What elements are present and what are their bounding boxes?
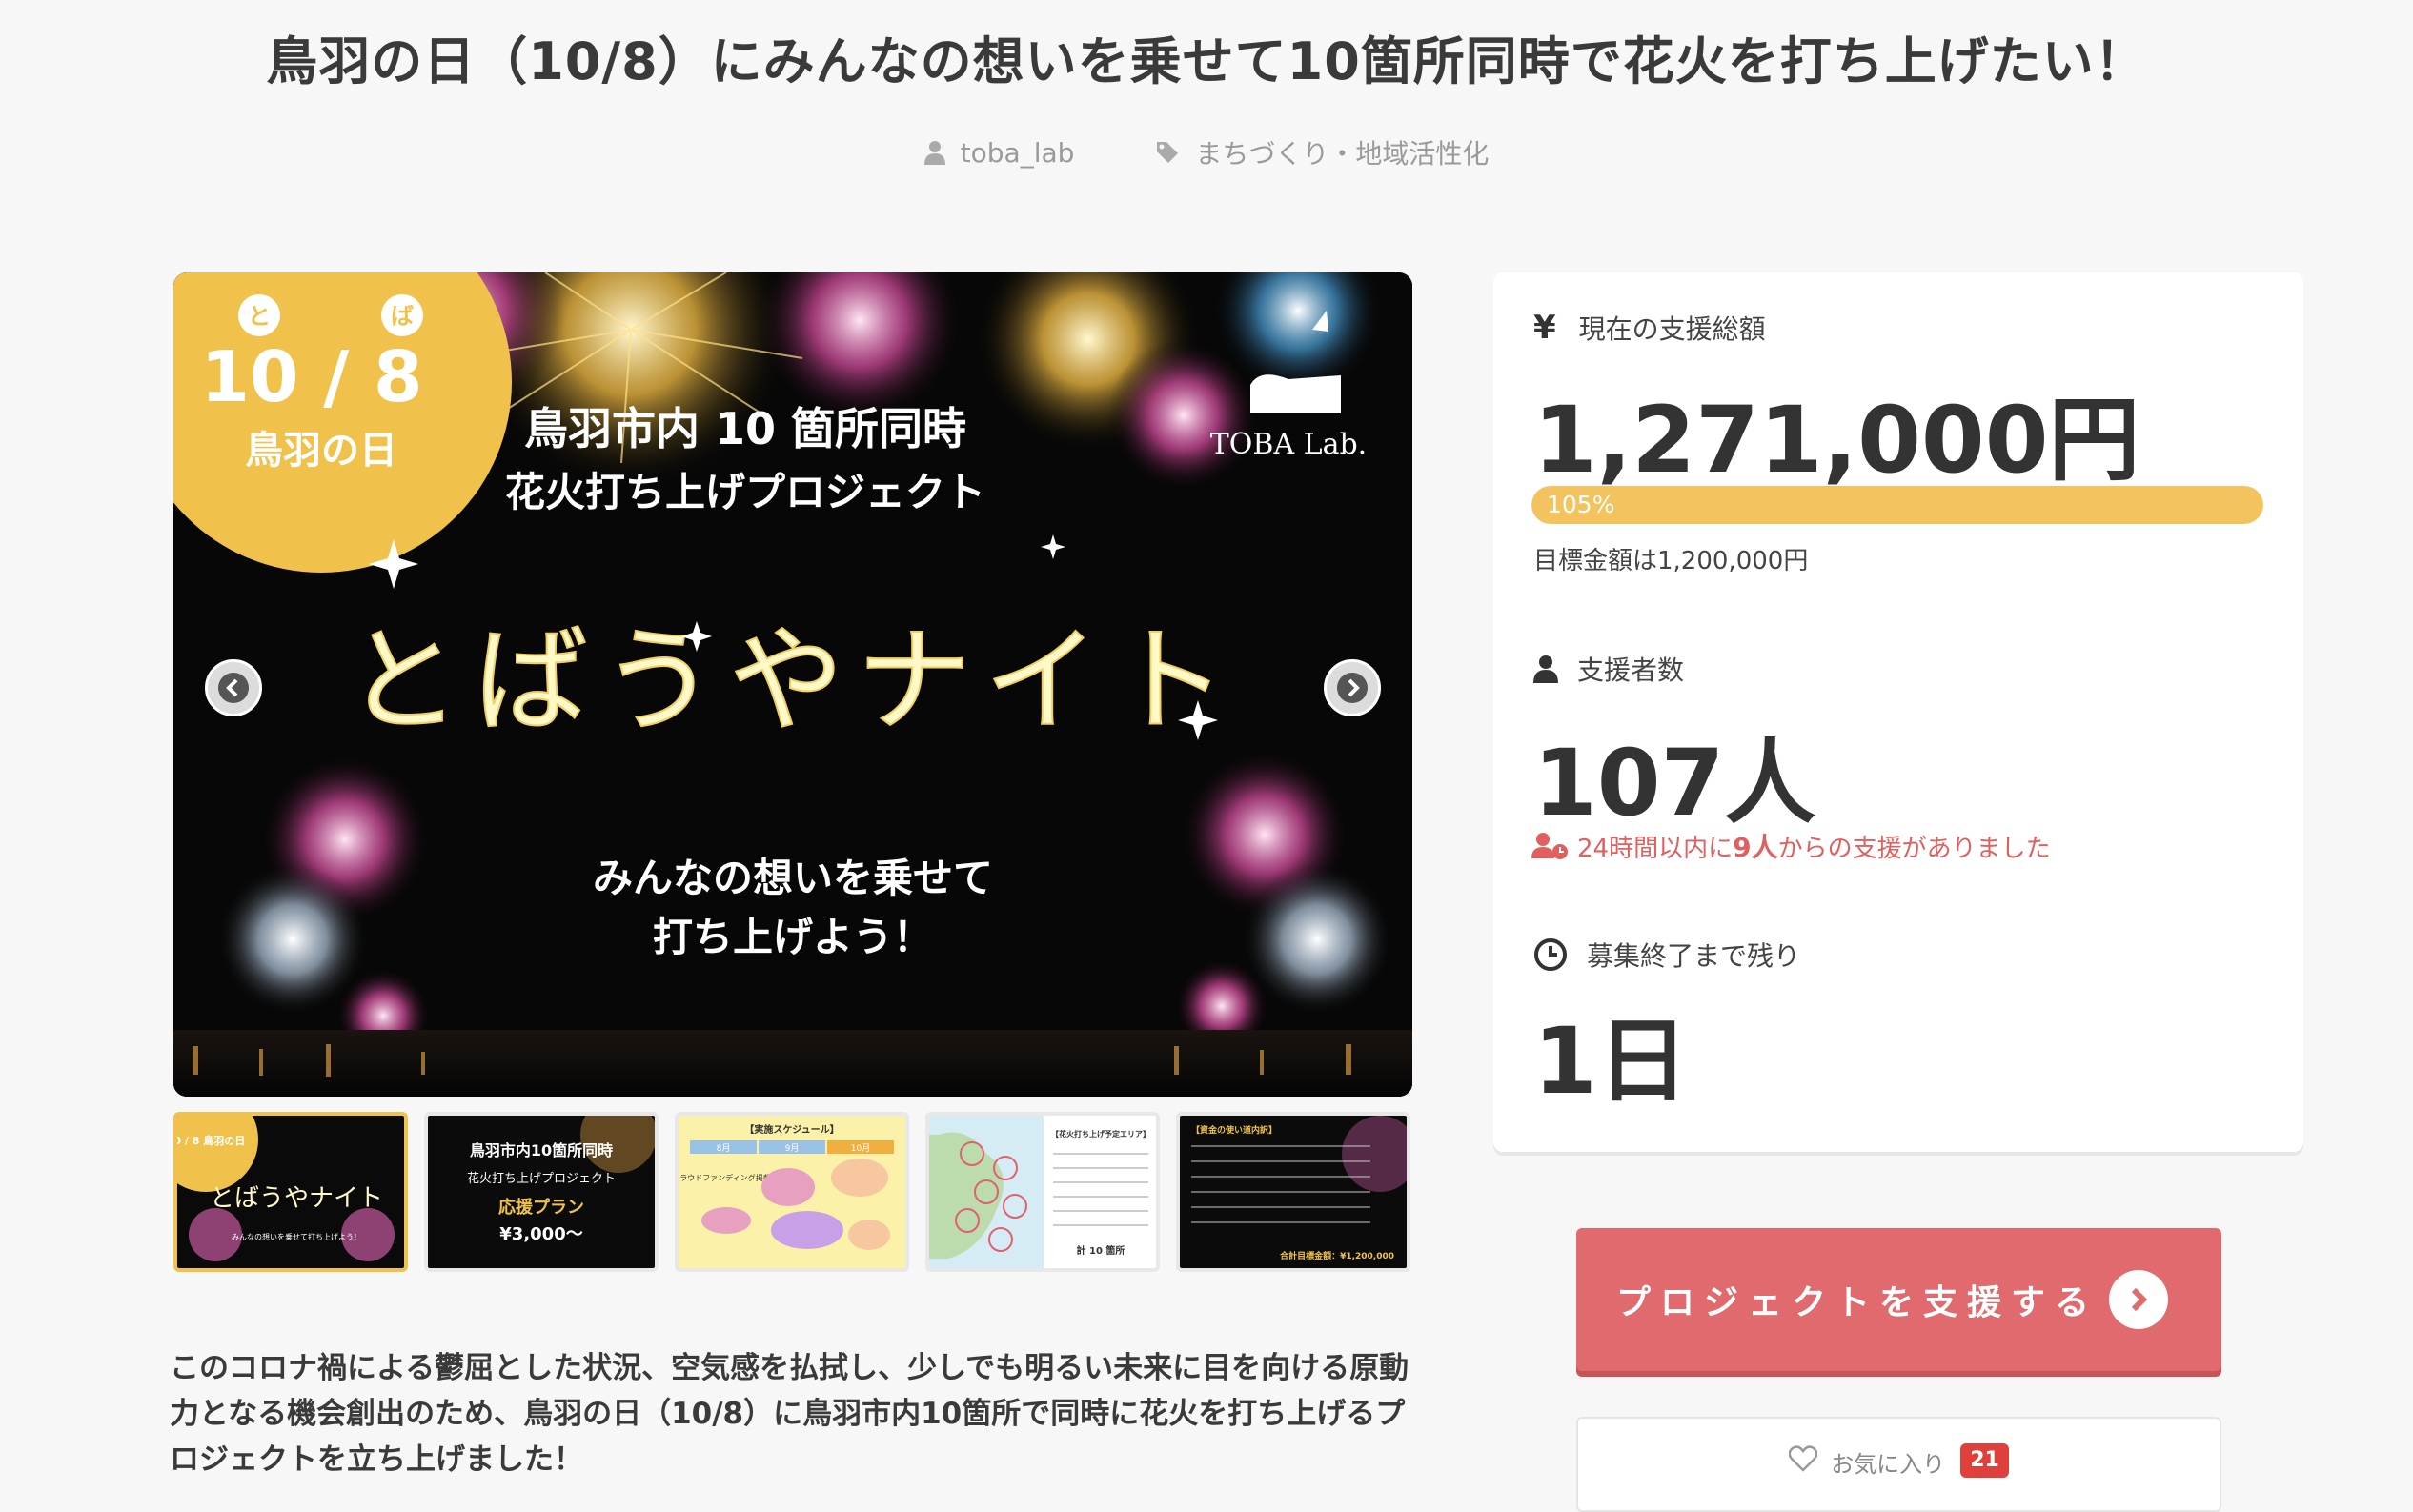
recent-count: 9人 <box>1733 832 1778 863</box>
thumbnail-2[interactable]: 鳥羽市内10箇所同時 花火打ち上げプロジェクト 応援プラン ¥3,000〜 <box>424 1112 659 1272</box>
thumbnail-5-image: 【資金の使い道内訳】 合計目標金額：¥1,200,000 <box>1180 1116 1407 1268</box>
hero-carousel[interactable]: と ば 10 / 8 鳥羽の日 TOBA Lab. 鳥羽市内 10 箇所同時 花… <box>173 272 1412 1097</box>
favorite-label: お気に入り <box>1831 1451 1946 1478</box>
backers-count: 107人 <box>1533 730 1816 837</box>
svg-text:計 10 箇所: 計 10 箇所 <box>1077 1244 1125 1257</box>
svg-text:合計目標金額：¥1,200,000: 合計目標金額：¥1,200,000 <box>1280 1250 1394 1261</box>
thumbnail-1-image: 10 / 8 鳥羽の日 とばうやナイト みんなの想いを乗せて打ち上げよう！ <box>177 1116 404 1268</box>
svg-text:鳥羽市内10箇所同時: 鳥羽市内10箇所同時 <box>470 1141 613 1159</box>
stats-panel: ¥ 現在の支援総額 1,271,000円 105% 目標金額は1,200,000… <box>1493 272 2303 1152</box>
total-label-row: ¥ 現在の支援総額 <box>1533 309 1766 347</box>
yen-icon: ¥ <box>1533 309 1556 347</box>
chevron-right-icon <box>1337 673 1368 703</box>
recent-suffix: からの支援がありました <box>1777 834 2051 863</box>
thumbnail-1[interactable]: 10 / 8 鳥羽の日 とばうやナイト みんなの想いを乗せて打ち上げよう！ <box>173 1112 408 1272</box>
thumbnail-3-image: 【実施スケジュール】 8月 9月 10月 クラウドファンディング掲載 <box>679 1116 905 1268</box>
hero-sub-2: 打ち上げよう！ <box>653 914 933 960</box>
project-description: このコロナ禍による鬱屈とした状況、空気感を払拭し、少しでも明るい未来に目を向ける… <box>170 1351 1409 1477</box>
thumbnail-4-image: 【花火打ち上げ予定エリア】 計 10 箇所 <box>929 1116 1156 1268</box>
hero-main-title: とばうやナイト <box>346 615 1240 748</box>
progress-fill: 105% <box>1531 486 2263 524</box>
svg-text:応援プラン: 応援プラン <box>498 1197 584 1218</box>
backers-label: 支援者数 <box>1577 655 1685 686</box>
remaining-days: 1日 <box>1533 1008 1689 1115</box>
support-button-label: プロジェクトを支援する <box>1616 1283 2099 1322</box>
remaining-label: 募集終了まで残り <box>1587 940 1801 972</box>
svg-text:とばうやナイト: とばうやナイト <box>210 1184 383 1213</box>
user-icon <box>923 141 945 165</box>
brand-logo-text: TOBA Lab. <box>1210 428 1367 461</box>
svg-text:8月: 8月 <box>717 1143 731 1154</box>
svg-text:クラウドファンディング掲載: クラウドファンディング掲載 <box>679 1173 771 1182</box>
badge-char-right: ば <box>391 303 414 330</box>
goal-amount: 目標金額は1,200,000円 <box>1533 547 1809 575</box>
hero-headline-1: 鳥羽市内 10 箇所同時 <box>524 403 966 454</box>
author-name: toba_lab <box>960 136 1075 169</box>
carousel-prev-button[interactable] <box>205 659 262 716</box>
chevron-right-icon <box>2109 1270 2168 1329</box>
svg-text:【資金の使い道内訳】: 【資金の使い道内訳】 <box>1191 1124 1277 1136</box>
funding-progress-bar: 105% <box>1531 486 2263 524</box>
category-link[interactable]: まちづくり・地域活性化 <box>1155 133 1489 171</box>
recent-prefix: 24時間以内に <box>1577 834 1734 863</box>
user-clock-icon <box>1531 833 1568 859</box>
backers-label-row: 支援者数 <box>1533 650 1684 688</box>
page-title: 鳥羽の日（10/8）にみんなの想いを乗せて10箇所同時で花火を打ち上げたい！ <box>266 31 2147 91</box>
svg-text:花火打ち上げプロジェクト: 花火打ち上げプロジェクト <box>467 1171 616 1186</box>
author-link[interactable]: toba_lab <box>923 136 1075 169</box>
thumbnail-5[interactable]: 【資金の使い道内訳】 合計目標金額：¥1,200,000 <box>1176 1112 1410 1272</box>
thumbnail-2-image: 鳥羽市内10箇所同時 花火打ち上げプロジェクト 応援プラン ¥3,000〜 <box>428 1116 655 1268</box>
svg-text:みんなの想いを乗せて打ち上げよう！: みんなの想いを乗せて打ち上げよう！ <box>232 1232 361 1241</box>
category-name: まちづくり・地域活性化 <box>1195 138 1490 170</box>
remaining-label-row: 募集終了まで残り <box>1533 936 1800 974</box>
total-amount: 1,271,000円 <box>1533 387 2140 494</box>
heart-icon <box>1789 1445 1818 1472</box>
tag-icon <box>1157 142 1179 163</box>
support-project-button[interactable]: プロジェクトを支援する <box>1576 1228 2221 1371</box>
hero-sub-1: みんなの想いを乗せて <box>593 855 993 901</box>
project-meta: toba_lab まちづくり・地域活性化 <box>0 133 2413 171</box>
hero-image: と ば 10 / 8 鳥羽の日 TOBA Lab. 鳥羽市内 10 箇所同時 花… <box>173 272 1412 1097</box>
carousel-next-button[interactable] <box>1324 659 1381 716</box>
chevron-left-icon <box>218 673 249 703</box>
total-label: 現在の支援総額 <box>1578 313 1766 345</box>
user-icon <box>1533 655 1558 683</box>
svg-text:9月: 9月 <box>785 1143 800 1154</box>
recent-backers-note: 24時間以内に 9人 からの支援がありました <box>1531 827 2051 865</box>
thumbnail-strip: 10 / 8 鳥羽の日 とばうやナイト みんなの想いを乗せて打ち上げよう！ 鳥羽… <box>173 1112 1412 1274</box>
favorite-count-badge: 21 <box>1960 1443 2009 1478</box>
thumbnail-4[interactable]: 【花火打ち上げ予定エリア】 計 10 箇所 <box>925 1112 1160 1272</box>
svg-text:10 / 8 鳥羽の日: 10 / 8 鳥羽の日 <box>177 1134 245 1147</box>
badge-char-left: と <box>248 303 271 330</box>
svg-text:10月: 10月 <box>851 1143 870 1154</box>
svg-text:¥3,000〜: ¥3,000〜 <box>499 1224 582 1244</box>
clock-icon <box>1534 938 1567 971</box>
thumbnail-3[interactable]: 【実施スケジュール】 8月 9月 10月 クラウドファンディング掲載 <box>675 1112 909 1272</box>
svg-text:【実施スケジュール】: 【実施スケジュール】 <box>744 1123 839 1136</box>
hero-headline-2: 花火打ち上げプロジェクト <box>505 469 985 515</box>
favorite-button[interactable]: お気に入り 21 <box>1576 1417 2221 1512</box>
badge-day: 鳥羽の日 <box>245 429 397 473</box>
badge-date: 10 / 8 <box>200 336 422 418</box>
svg-text:【花火打ち上げ予定エリア】: 【花火打ち上げ予定エリア】 <box>1051 1129 1150 1139</box>
